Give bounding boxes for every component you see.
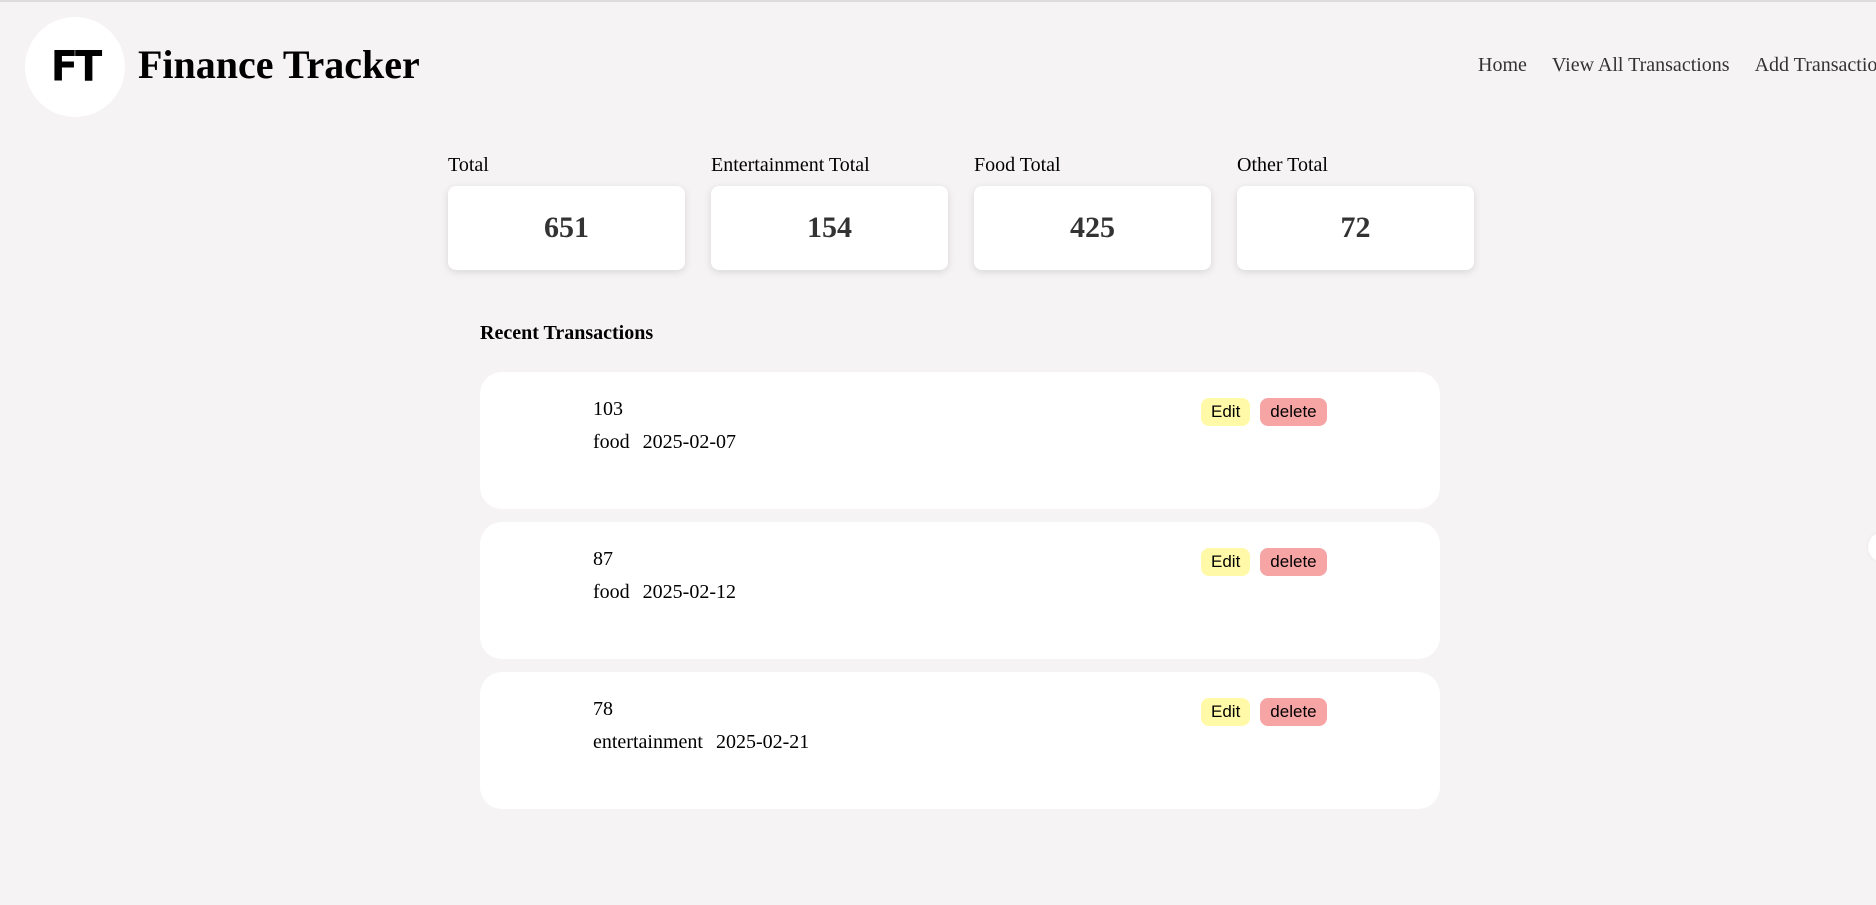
- edit-button[interactable]: Edit: [1201, 398, 1251, 426]
- logo-text: FT: [50, 42, 103, 92]
- stat-value-card: 72: [1237, 186, 1474, 270]
- nav-home-link[interactable]: Home: [1478, 52, 1527, 78]
- transaction-item: 87 food 2025-02-12 Edit delete: [480, 522, 1440, 659]
- transaction-category: food: [593, 581, 630, 603]
- transaction-amount: 87: [593, 548, 613, 570]
- stat-label: Other Total: [1237, 154, 1328, 176]
- transaction-category: entertainment: [593, 731, 703, 753]
- transaction-actions: Edit delete: [1201, 398, 1327, 426]
- transaction-meta: food 2025-02-07: [593, 429, 736, 455]
- transaction-date: 2025-02-12: [642, 581, 736, 603]
- app-title: Finance Tracker: [138, 42, 420, 87]
- transaction-actions: Edit delete: [1201, 698, 1327, 726]
- transaction-category: food: [593, 431, 630, 453]
- stat-value-card: 154: [711, 186, 948, 270]
- stat-other-total: Other Total 72: [1237, 152, 1474, 270]
- edit-button[interactable]: Edit: [1201, 548, 1251, 576]
- nav-view-all-transactions-link[interactable]: View All Transactions: [1552, 52, 1730, 78]
- transaction-date: 2025-02-07: [642, 431, 736, 453]
- nav-add-transaction-link[interactable]: Add Transaction: [1755, 52, 1876, 78]
- transaction-meta: entertainment 2025-02-21: [593, 729, 809, 755]
- transaction-amount: 78: [593, 698, 613, 720]
- main-nav: Home View All Transactions Add Transacti…: [1478, 52, 1876, 78]
- transaction-actions: Edit delete: [1201, 548, 1327, 576]
- app-logo[interactable]: FT: [25, 17, 125, 117]
- summary-stats: Total 651 Entertainment Total 154 Food T…: [448, 152, 1500, 270]
- offscreen-floating-button[interactable]: [1868, 532, 1876, 562]
- stat-label: Entertainment Total: [711, 154, 870, 176]
- delete-button[interactable]: delete: [1260, 398, 1327, 426]
- stat-label: Total: [448, 154, 489, 176]
- transaction-item: 103 food 2025-02-07 Edit delete: [480, 372, 1440, 509]
- stat-entertainment-total: Entertainment Total 154: [711, 152, 948, 270]
- recent-transactions-heading: Recent Transactions: [480, 322, 654, 344]
- edit-button[interactable]: Edit: [1201, 698, 1251, 726]
- transaction-amount: 103: [593, 398, 623, 420]
- stat-value-card: 651: [448, 186, 685, 270]
- transaction-item: 78 entertainment 2025-02-21 Edit delete: [480, 672, 1440, 809]
- stat-label: Food Total: [974, 154, 1061, 176]
- transaction-list: 103 food 2025-02-07 Edit delete 87 food 20…: [480, 372, 1440, 822]
- stat-food-total: Food Total 425: [974, 152, 1211, 270]
- stat-total: Total 651: [448, 152, 685, 270]
- delete-button[interactable]: delete: [1260, 548, 1327, 576]
- transaction-date: 2025-02-21: [715, 731, 810, 753]
- app-header: FT Finance Tracker Home View All Transac…: [0, 0, 1876, 130]
- stat-value-card: 425: [974, 186, 1211, 270]
- delete-button[interactable]: delete: [1260, 698, 1327, 726]
- transaction-meta: food 2025-02-12: [593, 579, 736, 605]
